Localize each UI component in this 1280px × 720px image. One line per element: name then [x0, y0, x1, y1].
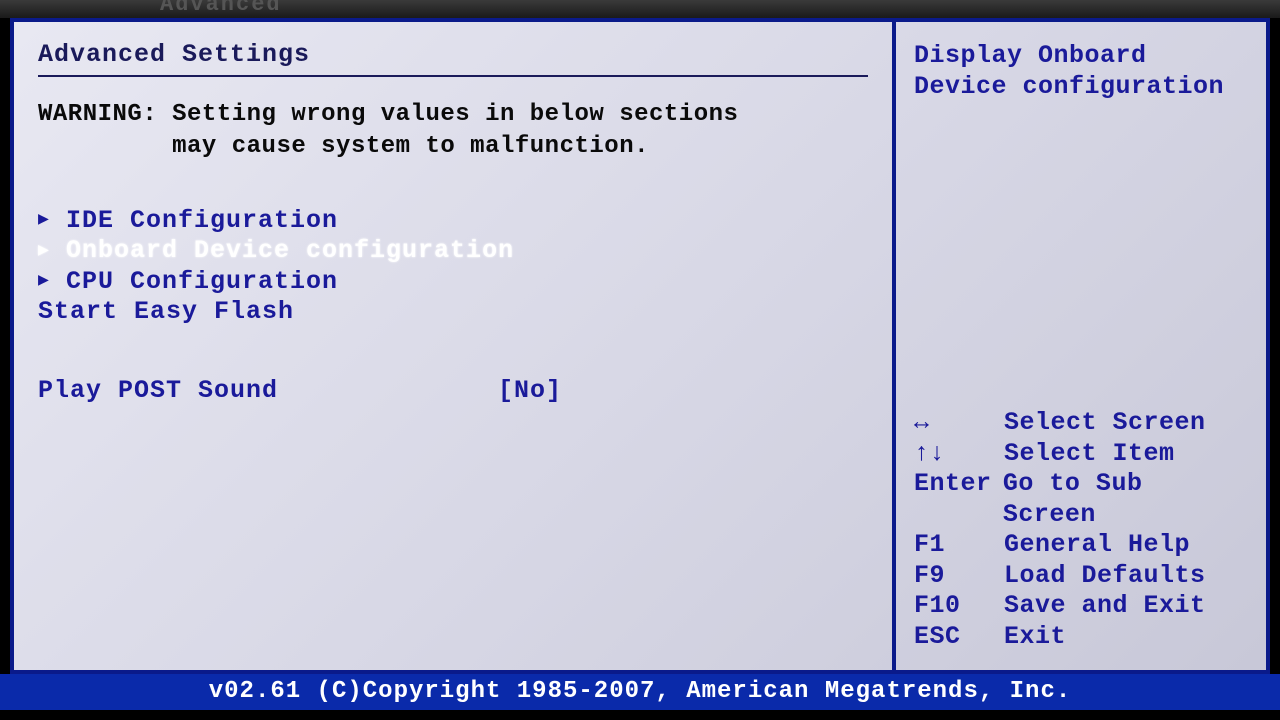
- nav-legend: ↔Select Screen ↑↓Select Item EnterGo to …: [914, 408, 1248, 652]
- menu-item-ide-configuration[interactable]: ▶ IDE Configuration: [38, 206, 868, 237]
- nav-row: ↑↓Select Item: [914, 439, 1248, 470]
- nav-key: ↔: [914, 408, 1004, 439]
- warning-text: WARNING: Setting wrong values in below s…: [38, 99, 868, 164]
- nav-row: F1General Help: [914, 530, 1248, 561]
- help-panel: Display Onboard Device configuration ↔Se…: [896, 22, 1266, 670]
- menu-label: Start Easy Flash: [38, 297, 294, 328]
- nav-action: Select Screen: [1004, 408, 1206, 439]
- copyright-footer: v02.61 (C)Copyright 1985-2007, American …: [0, 674, 1280, 710]
- nav-action: Exit: [1004, 622, 1066, 653]
- menu-item-cpu-configuration[interactable]: ▶ CPU Configuration: [38, 267, 868, 298]
- title-rule: [38, 75, 868, 77]
- bios-frame: Advanced Settings WARNING: Setting wrong…: [10, 18, 1270, 674]
- nav-row: ESCExit: [914, 622, 1248, 653]
- option-label: Play POST Sound: [38, 376, 498, 405]
- nav-key: F10: [914, 591, 1004, 622]
- menu-item-onboard-device-configuration[interactable]: ▶ Onboard Device configuration: [38, 236, 868, 267]
- menu-label: IDE Configuration: [66, 206, 338, 237]
- main-panel: Advanced Settings WARNING: Setting wrong…: [14, 22, 896, 670]
- nav-key: Enter: [914, 469, 1003, 530]
- nav-key: F9: [914, 561, 1004, 592]
- nav-row: EnterGo to Sub Screen: [914, 469, 1248, 530]
- option-play-post-sound[interactable]: Play POST Sound [No]: [38, 376, 868, 405]
- nav-key: F1: [914, 530, 1004, 561]
- nav-action: Select Item: [1004, 439, 1175, 470]
- help-text: Display Onboard Device configuration: [914, 40, 1248, 103]
- menu-label: Onboard Device configuration: [66, 236, 514, 267]
- nav-row: F9Load Defaults: [914, 561, 1248, 592]
- menu-label: CPU Configuration: [66, 267, 338, 298]
- nav-action: Load Defaults: [1004, 561, 1206, 592]
- nav-action: Save and Exit: [1004, 591, 1206, 622]
- section-title: Advanced Settings: [38, 40, 868, 69]
- nav-action: General Help: [1004, 530, 1190, 561]
- nav-action: Go to Sub Screen: [1003, 469, 1248, 530]
- tab-bar: Advanced: [0, 0, 1280, 18]
- menu-item-start-easy-flash[interactable]: Start Easy Flash: [38, 297, 868, 328]
- triangle-icon: ▶: [38, 271, 66, 293]
- nav-key: ESC: [914, 622, 1004, 653]
- nav-row: ↔Select Screen: [914, 408, 1248, 439]
- tab-advanced[interactable]: Advanced: [160, 0, 282, 17]
- triangle-icon: ▶: [38, 210, 66, 232]
- nav-row: F10Save and Exit: [914, 591, 1248, 622]
- triangle-icon: ▶: [38, 241, 66, 263]
- nav-key: ↑↓: [914, 439, 1004, 470]
- option-value: [No]: [498, 376, 562, 405]
